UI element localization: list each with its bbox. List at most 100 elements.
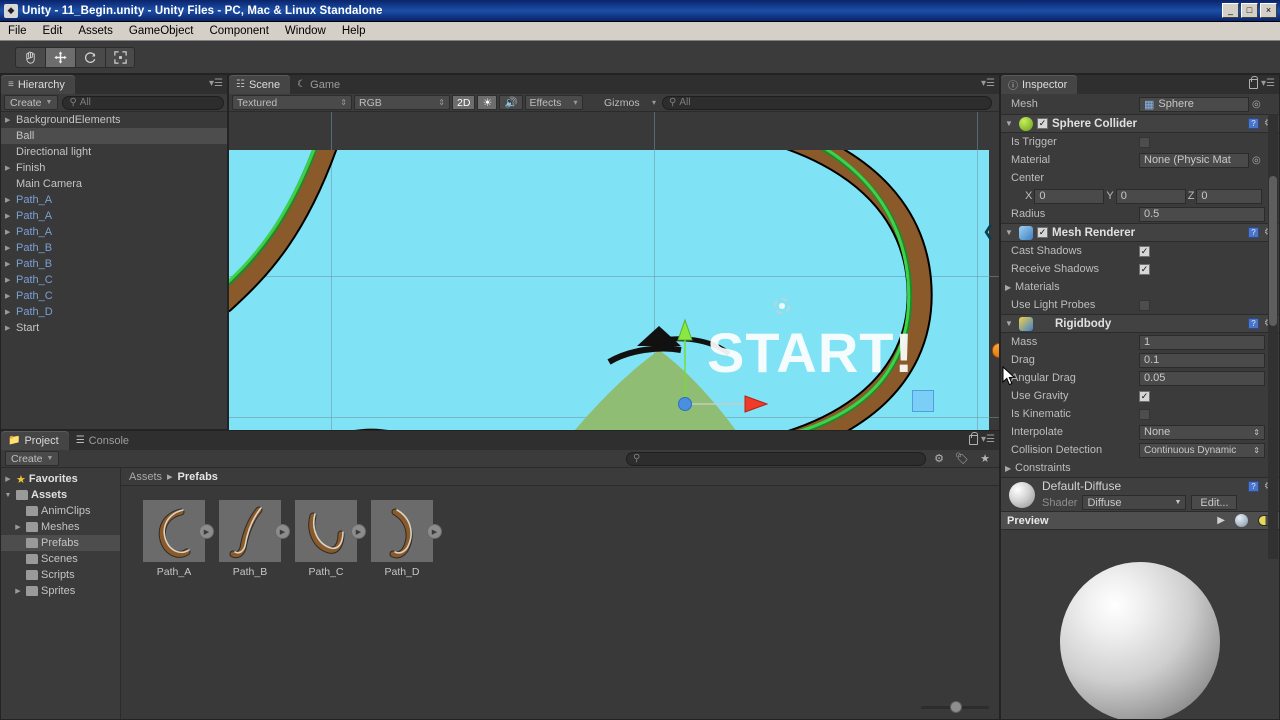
hierarchy-item[interactable]: Main Camera (1, 176, 227, 192)
asset-item[interactable]: ▶ Path_A (143, 500, 214, 719)
filter-by-label-icon[interactable]: 🏷 (952, 452, 972, 465)
center-y-field[interactable]: 0 (1115, 188, 1186, 204)
center-x-field[interactable]: 0 (1034, 188, 1105, 204)
hierarchy-item[interactable]: ▶ Path_A (1, 192, 227, 208)
asset-zoom-slider[interactable] (921, 701, 989, 713)
center-z-field[interactable]: 0 (1196, 188, 1263, 204)
materials-row[interactable]: ▶ Materials (1001, 278, 1279, 296)
project-tree-item[interactable]: ▶ ★ Favorites (1, 471, 120, 487)
asset-play-icon[interactable]: ▶ (351, 524, 366, 539)
asset-thumbnail[interactable]: ▶ (371, 500, 442, 562)
hierarchy-item[interactable]: ▶ Start (1, 320, 227, 336)
radius-field[interactable]: 0.5 (1139, 206, 1265, 222)
help-icon[interactable]: ? (1248, 118, 1260, 129)
tab-hierarchy[interactable]: ≡ Hierarchy (1, 75, 75, 94)
breadcrumb-assets[interactable]: Assets (129, 471, 162, 483)
tab-console[interactable]: ☰ Console (69, 431, 139, 450)
gizmos-dropdown[interactable]: Gizmos ▾ (600, 95, 660, 110)
asset-thumbnail[interactable]: ▶ (219, 500, 290, 562)
project-tree-item[interactable]: ▼ Assets (1, 487, 120, 503)
hierarchy-create-button[interactable]: Create ▼ (4, 95, 59, 110)
help-icon[interactable]: ? (1248, 227, 1260, 238)
sphere-collider-enabled-checkbox[interactable]: ✓ (1037, 118, 1048, 129)
breadcrumb-prefabs[interactable]: Prefabs (178, 471, 218, 483)
panel-menu-icon[interactable]: ▾☰ (981, 79, 995, 89)
receive-shadows-checkbox[interactable]: ✓ (1139, 263, 1150, 275)
tab-scene[interactable]: ☷ Scene (229, 75, 291, 94)
favorite-icon[interactable]: ★ (975, 452, 995, 465)
scene-search-input[interactable]: ⚲ All (662, 95, 992, 110)
tab-inspector[interactable]: ⓘ Inspector (1001, 75, 1078, 94)
is-kinematic-checkbox[interactable]: ✓ (1139, 408, 1150, 420)
expand-arrow-icon[interactable]: ▶ (5, 324, 16, 332)
expand-arrow-icon[interactable]: ▶ (5, 308, 16, 316)
effects-dropdown[interactable]: Effects ▾ (524, 95, 583, 110)
project-tab-menu[interactable]: ▾☰ (969, 432, 995, 445)
filter-by-type-icon[interactable]: ⚙ (929, 452, 949, 465)
drag-field[interactable]: 0.1 (1139, 352, 1265, 368)
hierarchy-item[interactable]: Ball (1, 128, 227, 144)
hierarchy-search-input[interactable]: ⚲ All (62, 95, 224, 110)
expand-arrow-icon[interactable]: ▶ (5, 276, 16, 284)
menu-gameobject[interactable]: GameObject (121, 23, 202, 39)
rigidbody-header[interactable]: ▼ Rigidbody ? ⚙ (1001, 314, 1279, 333)
constraints-row[interactable]: ▶ Constraints (1001, 459, 1279, 477)
project-tree-item[interactable]: AnimClips (1, 503, 120, 519)
collision-detection-dropdown[interactable]: Continuous Dynamic ⇕ (1139, 442, 1265, 458)
render-mode-dropdown[interactable]: RGB ⇕ (354, 95, 450, 110)
close-button[interactable]: × (1260, 3, 1277, 18)
zoom-slider-knob[interactable] (949, 701, 962, 713)
collider-material-picker-icon[interactable]: ◎ (1252, 155, 1261, 166)
menu-file[interactable]: File (0, 23, 35, 39)
gizmo-plane-handle[interactable] (912, 390, 934, 412)
expand-arrow-icon[interactable]: ▶ (3, 475, 13, 483)
project-tree-item[interactable]: Scenes (1, 551, 120, 567)
foldout-icon[interactable]: ▼ (1005, 228, 1015, 237)
hierarchy-item[interactable]: ▶ BackgroundElements (1, 112, 227, 128)
expand-arrow-icon[interactable]: ▼ (3, 492, 13, 499)
collider-material-field[interactable]: None (Physic Mat (1139, 152, 1249, 168)
scene-lighting-toggle[interactable]: ☀ (477, 95, 498, 110)
hierarchy-item[interactable]: ▶ Path_C (1, 288, 227, 304)
maximize-button[interactable]: □ (1241, 3, 1258, 18)
interpolate-dropdown[interactable]: None ⇕ (1139, 424, 1265, 440)
expand-arrow-icon[interactable]: ▶ (13, 587, 23, 595)
expand-arrow-icon[interactable]: ▶ (5, 260, 16, 268)
hierarchy-item[interactable]: ▶ Path_C (1, 272, 227, 288)
expand-arrow-icon[interactable]: ▶ (13, 523, 23, 531)
is-trigger-checkbox[interactable]: ✓ (1139, 136, 1150, 148)
preview-area[interactable] (1001, 561, 1279, 719)
hierarchy-item[interactable]: ▶ Finish (1, 160, 227, 176)
asset-item[interactable]: ▶ Path_D (371, 500, 442, 719)
menu-component[interactable]: Component (201, 23, 276, 39)
foldout-icon[interactable]: ▶ (1005, 283, 1015, 292)
lock-icon[interactable] (1249, 76, 1259, 89)
hierarchy-item[interactable]: ▶ Path_A (1, 208, 227, 224)
expand-arrow-icon[interactable]: ▶ (5, 196, 16, 204)
project-tree-item[interactable]: Prefabs (1, 535, 120, 551)
project-tree-item[interactable]: ▶ Sprites (1, 583, 120, 599)
scale-tool-button[interactable] (105, 47, 135, 68)
hierarchy-tab-menu[interactable]: ▾☰ (209, 79, 223, 89)
draw-mode-dropdown[interactable]: Textured ⇕ (232, 95, 352, 110)
expand-arrow-icon[interactable]: ▶ (5, 244, 16, 252)
use-gravity-checkbox[interactable]: ✓ (1139, 390, 1150, 402)
hierarchy-item[interactable]: ▶ Path_B (1, 256, 227, 272)
expand-arrow-icon[interactable]: ▶ (5, 212, 16, 220)
mass-field[interactable]: 1 (1139, 334, 1265, 350)
menu-edit[interactable]: Edit (35, 23, 71, 39)
rotate-tool-button[interactable] (75, 47, 105, 68)
inspector-scrollbar[interactable] (1268, 114, 1278, 559)
preview-sphere-icon[interactable] (1235, 514, 1248, 527)
menu-window[interactable]: Window (277, 23, 334, 39)
shader-edit-button[interactable]: Edit... (1191, 495, 1238, 510)
inspector-scrollbar-thumb[interactable] (1269, 176, 1277, 326)
mesh-field[interactable]: ▦ Sphere (1139, 96, 1249, 112)
help-icon[interactable]: ? (1248, 318, 1260, 329)
hand-tool-button[interactable] (15, 47, 45, 68)
cast-shadows-checkbox[interactable]: ✓ (1139, 245, 1150, 257)
asset-item[interactable]: ▶ Path_C (295, 500, 366, 719)
panel-menu-icon[interactable]: ▾☰ (209, 79, 223, 89)
hierarchy-item[interactable]: Directional light (1, 144, 227, 160)
help-icon[interactable]: ? (1248, 481, 1260, 492)
